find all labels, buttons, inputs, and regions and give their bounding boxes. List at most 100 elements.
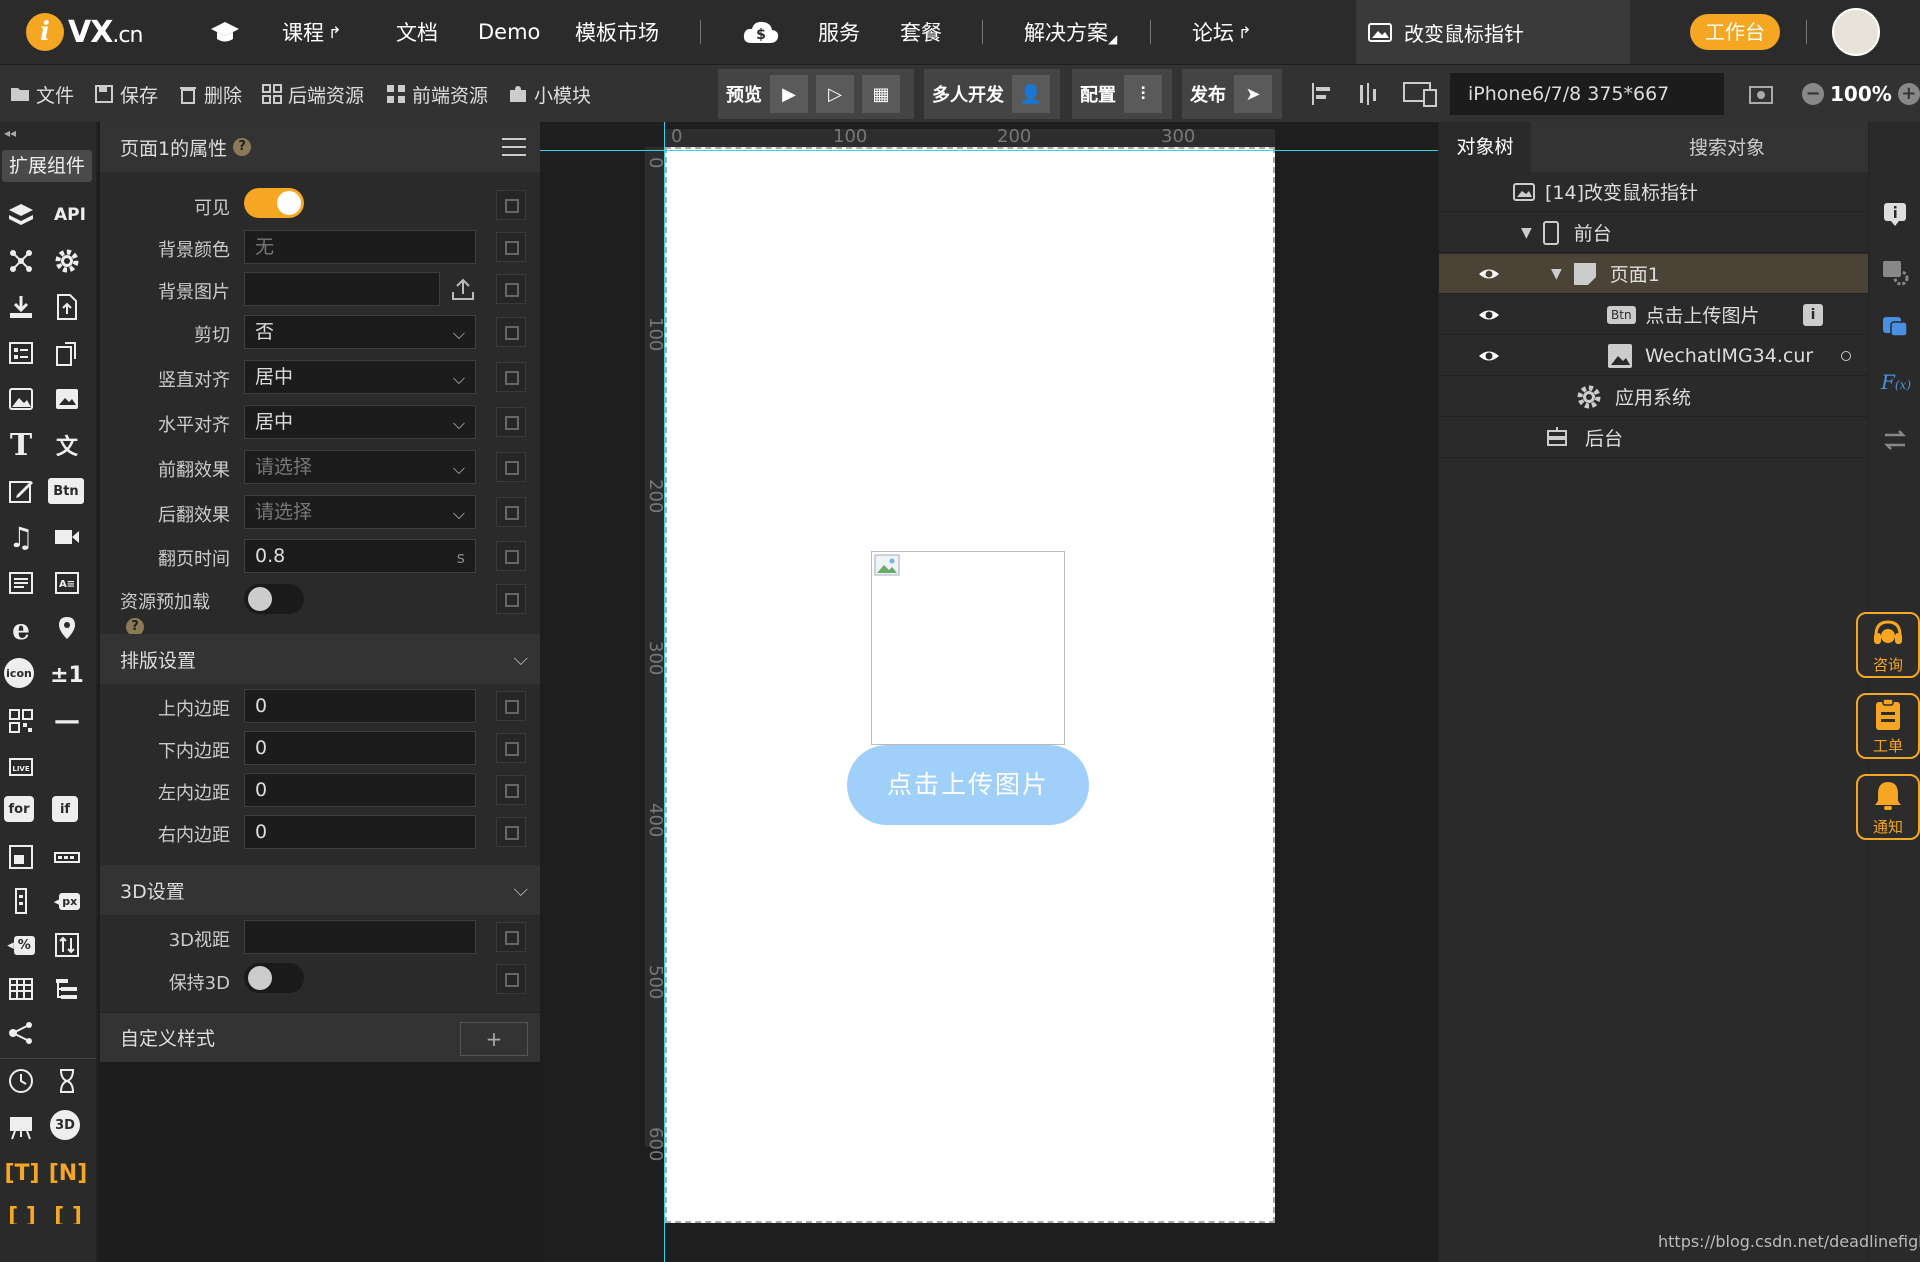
upload-file-icon[interactable]	[50, 290, 84, 324]
qrcode-icon[interactable]: ▦	[862, 75, 900, 113]
copy-icon[interactable]	[496, 964, 526, 994]
save-button[interactable]: 保存	[94, 65, 158, 123]
flip-back-select[interactable]: 请选择 ⌵	[244, 495, 476, 529]
ticket-button[interactable]: 工单	[1856, 693, 1920, 759]
container-icon[interactable]	[4, 840, 38, 874]
divider-line-icon[interactable]: —	[50, 704, 84, 738]
copy-icon[interactable]	[496, 190, 526, 220]
rotate-device-icon[interactable]	[50, 336, 84, 370]
image-icon[interactable]	[4, 382, 38, 416]
copy-icon[interactable]	[496, 362, 526, 392]
help-icon[interactable]: ?	[233, 138, 252, 156]
eye-icon[interactable]	[1477, 262, 1501, 286]
align-left-icon[interactable]	[1310, 65, 1336, 123]
text-variable-icon[interactable]: [T]	[2, 1156, 42, 1190]
active-project-tab[interactable]: 改变鼠标指针	[1356, 0, 1630, 64]
layers-icon[interactable]	[4, 198, 38, 232]
counter-icon[interactable]: ±1	[50, 658, 84, 692]
nav-forum[interactable]: 论坛 ↱	[1192, 0, 1251, 64]
3d-icon[interactable]: 3D	[50, 1110, 80, 1140]
copy-icon[interactable]	[496, 497, 526, 527]
collapse-icon[interactable]: ◂◂	[4, 126, 16, 140]
module-button[interactable]: 小模块	[508, 65, 591, 123]
eye-icon[interactable]	[1477, 303, 1501, 327]
clip-select[interactable]: 否 ⌵	[244, 315, 476, 349]
page-artboard[interactable]: 点击上传图片	[665, 147, 1275, 1223]
edit-icon[interactable]	[4, 474, 38, 508]
tree-list-icon[interactable]	[50, 972, 84, 1006]
copy-icon[interactable]	[496, 733, 526, 763]
file-button[interactable]: 文件	[10, 65, 74, 123]
bg-image-field[interactable]	[244, 272, 440, 306]
perspective-field[interactable]	[244, 920, 476, 954]
search-objects-input[interactable]: 搜索对象	[1679, 130, 1869, 166]
live-icon[interactable]: LIVE	[4, 750, 38, 784]
copy-icon[interactable]	[496, 817, 526, 847]
array-variable-icon[interactable]: [ ]	[2, 1204, 42, 1224]
zoom-out-icon[interactable]: −	[1802, 83, 1824, 105]
icon-component-icon[interactable]: icon	[4, 658, 34, 688]
menu-icon[interactable]	[502, 138, 526, 156]
add-style-button[interactable]: +	[460, 1022, 528, 1056]
qrcode-component-icon[interactable]	[4, 704, 38, 738]
copy-icon[interactable]	[496, 407, 526, 437]
users-icon[interactable]: 👤	[1012, 75, 1050, 113]
halign-select[interactable]: 居中 ⌵	[244, 405, 476, 439]
richtext-icon[interactable]: A≡	[50, 566, 84, 600]
vx-logo[interactable]: i VX.cn	[26, 13, 143, 51]
copy-icon[interactable]	[496, 232, 526, 262]
align-center-icon[interactable]	[1356, 65, 1382, 123]
copy-icon[interactable]	[496, 541, 526, 571]
device-selector[interactable]: iPhone6/7/8 375*667	[1450, 73, 1724, 115]
screenshot-icon[interactable]	[1748, 65, 1774, 123]
3d-section-header[interactable]: 3D设置 ⌵	[100, 865, 540, 915]
gear-icon[interactable]	[50, 244, 84, 278]
copy-icon[interactable]	[496, 452, 526, 482]
padding-left-field[interactable]: 0	[244, 773, 476, 807]
copy-icon[interactable]	[496, 274, 526, 304]
nav-services[interactable]: 服务	[818, 0, 860, 64]
bg-color-field[interactable]: 无	[244, 230, 476, 264]
nav-solutions[interactable]: 解决方案 ◢	[1024, 0, 1117, 64]
graduation-cap-icon[interactable]	[210, 0, 240, 64]
delete-button[interactable]: 删除	[178, 65, 242, 123]
translate-icon[interactable]: 文	[50, 428, 84, 462]
frontend-resources-button[interactable]: 前端资源	[386, 65, 488, 123]
nav-plans[interactable]: 套餐	[900, 0, 942, 64]
avatar[interactable]	[1832, 8, 1880, 56]
layout-section-header[interactable]: 排版设置 ⌵	[100, 634, 540, 684]
nav-demo[interactable]: Demo	[478, 0, 540, 64]
music-icon[interactable]: ♫	[4, 520, 38, 554]
keep-3d-toggle[interactable]	[244, 963, 304, 993]
tree-node-app[interactable]: [14]改变鼠标指针	[1439, 172, 1869, 212]
zoom-in-icon[interactable]: +	[1897, 83, 1920, 105]
device-icon[interactable]	[1402, 65, 1438, 123]
sort-icon[interactable]	[50, 928, 84, 962]
easel-icon[interactable]	[4, 1110, 38, 1144]
video-icon[interactable]	[50, 520, 84, 554]
paper-plane-icon[interactable]: ➤	[1234, 75, 1272, 113]
padding-right-field[interactable]: 0	[244, 815, 476, 849]
extension-components-label[interactable]: 扩展组件	[2, 150, 92, 182]
eye-icon[interactable]	[1477, 344, 1501, 368]
copy-icon[interactable]	[496, 775, 526, 805]
caret-down-icon[interactable]: ▼	[1521, 225, 1532, 241]
map-pin-icon[interactable]	[50, 612, 84, 646]
caret-down-icon[interactable]: ▼	[1551, 266, 1562, 282]
tree-node-front[interactable]: ▼ 前台	[1439, 213, 1869, 253]
upload-image-button[interactable]: 点击上传图片	[847, 745, 1089, 825]
flip-front-select[interactable]: 请选择 ⌵	[244, 450, 476, 484]
consult-button[interactable]: 咨询	[1856, 612, 1920, 678]
for-loop-icon[interactable]: for	[4, 796, 34, 822]
play-outline-icon[interactable]: ▷	[816, 75, 854, 113]
api-icon[interactable]: API	[50, 198, 90, 232]
button-component-icon[interactable]: Btn	[48, 478, 84, 504]
cloud-money-icon[interactable]: $	[742, 0, 780, 64]
function-icon[interactable]: F(x)	[1881, 370, 1911, 398]
textarea-icon[interactable]	[4, 566, 38, 600]
vertical-slider-icon[interactable]	[4, 884, 38, 918]
hourglass-icon[interactable]	[50, 1064, 84, 1098]
clock-icon[interactable]	[4, 1064, 38, 1098]
nav-docs[interactable]: 文档	[396, 0, 438, 64]
copy-icon[interactable]	[496, 691, 526, 721]
